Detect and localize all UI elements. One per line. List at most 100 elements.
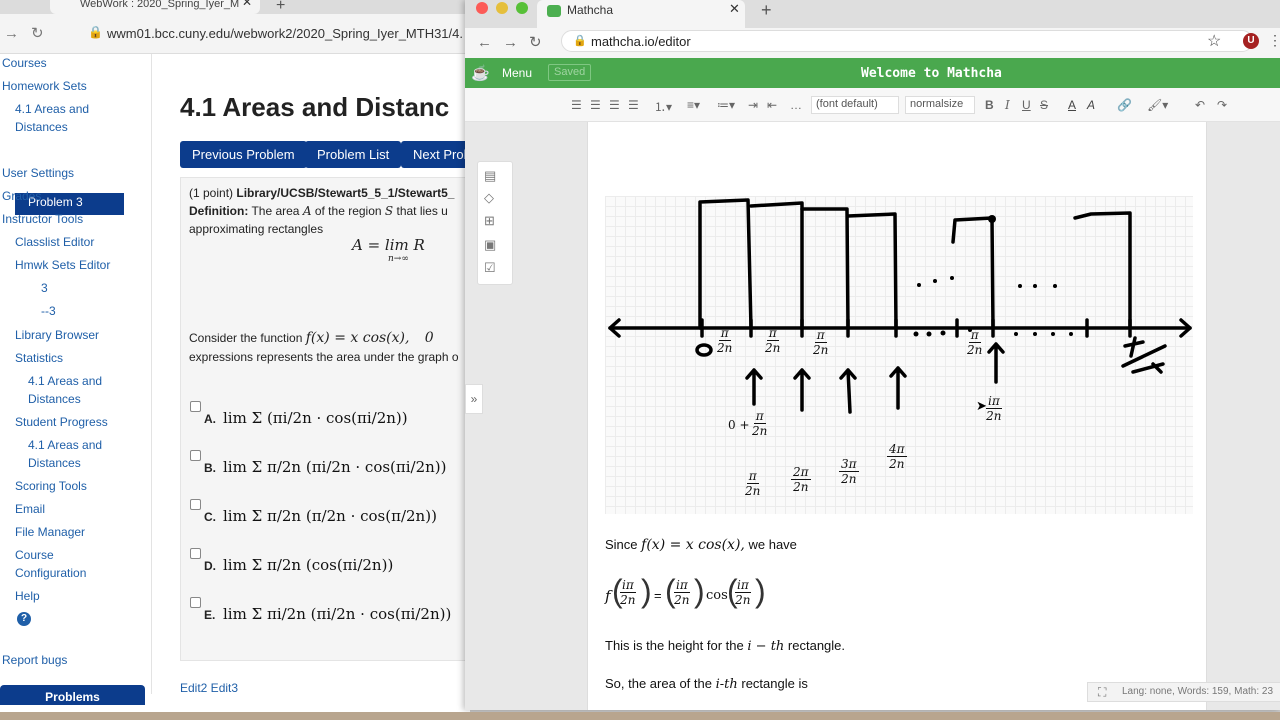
choice-d-checkbox[interactable] <box>190 548 201 559</box>
choice-c-checkbox[interactable] <box>190 499 201 510</box>
paren-close-2: ) <box>694 573 705 609</box>
dot-axis-8 <box>1069 332 1073 336</box>
italic-icon[interactable]: I <box>1005 98 1010 112</box>
nav-buttons[interactable]: ←→↻ <box>477 33 553 51</box>
text-block-icon[interactable]: ▤ <box>484 168 496 184</box>
shapes-icon[interactable]: ◇ <box>484 190 494 206</box>
sidebar-item-course-config-line2[interactable]: Configuration <box>15 564 86 582</box>
webwork-url[interactable]: wwm01.bcc.cuny.edu/webwork2/2020_Spring_… <box>107 26 463 41</box>
frac-pi-2n-1: π 2n <box>717 326 733 355</box>
choice-b-checkbox[interactable] <box>190 450 201 461</box>
sidebar-item-library-browser[interactable]: Library Browser <box>15 326 99 344</box>
mathcha-window: Mathcha ✕ + ←→↻ 🔒 mathcha.io/editor ☆ U … <box>465 0 1280 710</box>
more-options-icon[interactable]: … <box>790 98 802 112</box>
font-family-select[interactable]: (font default) <box>811 96 899 114</box>
webwork-tab[interactable]: WebWork : 2020_Spring_Iyer_M ✕ <box>50 0 260 14</box>
sidebar-item-report-bugs[interactable]: Report bugs <box>2 651 67 669</box>
sidebar-item-stat-set-line2[interactable]: Distances <box>28 390 81 408</box>
underline-icon[interactable]: U <box>1022 98 1031 112</box>
close-icon[interactable]: ✕ <box>242 0 252 8</box>
eq-lhs: f <box>605 587 611 605</box>
dot-upper-5 <box>1033 284 1037 288</box>
highlight-icon[interactable]: A <box>1087 98 1095 112</box>
choice-b-expression: lim Σ π/2n (πi/2n · cos(πi/2n)) <box>223 458 447 476</box>
justify-icon[interactable]: ☰ <box>628 98 639 112</box>
edit-links[interactable]: Edit2 Edit3 <box>180 681 238 695</box>
next-problem-button[interactable]: Next Prob <box>401 141 470 168</box>
text-color-icon[interactable]: A <box>1068 98 1076 112</box>
nav-buttons[interactable]: →↻ <box>4 24 56 42</box>
sidebar-item-classlist-editor[interactable]: Classlist Editor <box>15 233 94 251</box>
sidebar-item-instructor-tools[interactable]: Instructor Tools <box>2 210 83 228</box>
sidebar-item-sp-set-line1[interactable]: 4.1 Areas and <box>28 436 102 454</box>
indent-icon[interactable]: ⇥ <box>748 98 758 112</box>
sidebar-item-homework-sets[interactable]: Homework Sets <box>2 77 87 95</box>
sidebar-item-email[interactable]: Email <box>15 500 45 518</box>
new-tab-icon[interactable]: + <box>761 0 772 21</box>
sidebar-item-courses[interactable]: Courses <box>2 54 47 72</box>
close-icon[interactable]: ✕ <box>729 1 740 17</box>
expand-panel-icon[interactable]: » <box>465 384 483 414</box>
align-right-icon[interactable]: ☰ <box>609 98 620 112</box>
help-icon[interactable]: ? <box>17 612 31 626</box>
more-menu-icon[interactable]: ⋮ <box>1268 32 1280 49</box>
table-icon[interactable]: ⊞ <box>484 213 495 229</box>
font-size-select[interactable]: normalsize <box>905 96 975 114</box>
arrow-1 <box>745 368 763 406</box>
sidebar-item-statistics[interactable]: Statistics <box>15 349 63 367</box>
sidebar-item-sub-3[interactable]: 3 <box>41 279 48 297</box>
mathcha-tab[interactable]: Mathcha ✕ <box>537 0 745 28</box>
sidebar-item-course-config-line1[interactable]: Course <box>15 546 54 564</box>
profile-avatar[interactable]: U <box>1243 33 1259 49</box>
menu-button[interactable]: Menu <box>502 66 532 80</box>
close-window-icon[interactable] <box>476 2 488 14</box>
sidebar-item-help[interactable]: Help <box>15 587 40 605</box>
bullet-list-icon[interactable]: ≔▾ <box>717 98 735 112</box>
numbered-list-icon[interactable]: ⒈▾ <box>654 98 672 115</box>
problems-button[interactable]: Problems <box>0 685 145 705</box>
sidebar-item-file-manager[interactable]: File Manager <box>15 523 85 541</box>
previous-problem-button[interactable]: Previous Problem <box>180 141 307 168</box>
sidebar-item-set-line1[interactable]: 4.1 Areas and <box>15 100 89 118</box>
minimize-window-icon[interactable] <box>496 2 508 14</box>
area-text-a: So, the area of the <box>605 676 712 691</box>
frac-ipi-2n-drawing: iπ 2n <box>986 394 1002 423</box>
sidebar-item-student-progress[interactable]: Student Progress <box>15 413 108 431</box>
height-text-a: This is the height for the <box>605 638 744 653</box>
var-a: A <box>302 204 312 218</box>
sidebar-item-scoring-tools[interactable]: Scoring Tools <box>15 477 87 495</box>
link-icon[interactable]: 🔗 <box>1117 98 1132 112</box>
status-bar: ⛶ Lang: none, Words: 159, Math: 23 <box>1087 682 1280 702</box>
paint-format-icon[interactable]: 🖌▾ <box>1147 98 1168 112</box>
maximize-window-icon[interactable] <box>516 2 528 14</box>
problem-list-button[interactable]: Problem List <box>305 141 402 168</box>
limit-subscript: n→∞ <box>388 254 409 264</box>
strikethrough-icon[interactable]: S <box>1040 98 1048 112</box>
bookmark-star-icon[interactable]: ☆ <box>1207 31 1221 51</box>
choice-a-checkbox[interactable] <box>190 401 201 412</box>
sidebar-item-user-settings[interactable]: User Settings <box>2 164 74 182</box>
sidebar-item-grades[interactable]: Grades <box>2 187 41 205</box>
sidebar-item-hmwk-sets-editor[interactable]: Hmwk Sets Editor <box>15 256 110 274</box>
we-have-text: we have <box>748 537 797 552</box>
sidebar-item-set-line2[interactable]: Distances <box>15 118 68 136</box>
rectangle-2 <box>749 201 804 330</box>
redo-icon[interactable]: ↷ <box>1217 98 1227 112</box>
choice-e-checkbox[interactable] <box>190 597 201 608</box>
area-text-b: i-th <box>715 677 738 692</box>
new-tab-icon[interactable]: + <box>276 0 285 15</box>
outdent-icon[interactable]: ⇤ <box>767 98 777 112</box>
ordered-list-icon[interactable]: ≡▾ <box>687 98 700 112</box>
align-center-icon[interactable]: ☰ <box>590 98 601 112</box>
mathcha-url[interactable]: mathcha.io/editor <box>591 34 691 49</box>
align-left-icon[interactable]: ☰ <box>571 98 582 112</box>
bold-icon[interactable]: B <box>985 98 994 112</box>
sidebar-item-stat-set-line1[interactable]: 4.1 Areas and <box>28 372 102 390</box>
sidebar-item-sub-minus3[interactable]: --3 <box>41 302 56 320</box>
image-icon[interactable]: ▣ <box>484 237 496 253</box>
height-text-c: rectangle. <box>787 638 846 653</box>
fullscreen-icon[interactable]: ⛶ <box>1098 683 1106 701</box>
checklist-icon[interactable]: ☑ <box>484 260 496 276</box>
undo-icon[interactable]: ↶ <box>1195 98 1205 112</box>
sidebar-item-sp-set-line2[interactable]: Distances <box>28 454 81 472</box>
